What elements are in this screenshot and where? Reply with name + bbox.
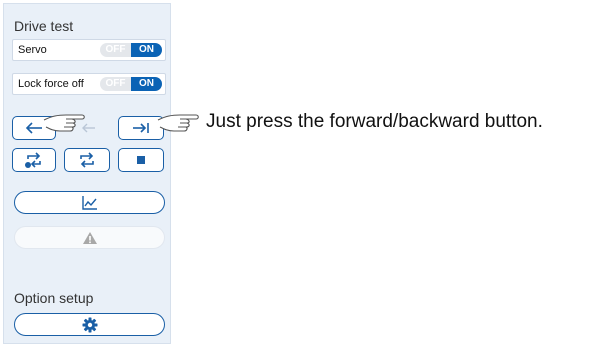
drive-test-panel: Drive test Servo OFF ON Lock force off O… [3,3,171,344]
repeat-once-button[interactable] [12,148,56,172]
repeat-once-icon [25,152,41,168]
lock-force-off-toggle-off: OFF [100,77,131,91]
repeat-icon [80,152,94,168]
arrow-left-icon [25,122,42,134]
repeat-button[interactable] [64,148,110,172]
option-setup-title: Option setup [14,290,94,306]
servo-toggle[interactable]: OFF ON [100,43,162,57]
option-setup-button[interactable] [14,313,165,336]
servo-row: Servo OFF ON [12,39,166,61]
chart-icon [81,195,97,210]
lock-force-off-toggle-on: ON [131,77,162,91]
stop-icon [137,156,145,164]
lock-force-off-label: Lock force off [18,78,84,90]
stop-button[interactable] [118,148,164,172]
servo-toggle-off: OFF [100,43,131,57]
servo-label: Servo [18,44,47,56]
servo-toggle-on: ON [131,43,162,57]
lock-force-off-toggle[interactable]: OFF ON [100,77,162,91]
pointing-hand-icon-forward [157,114,199,132]
alarm-button [14,226,165,249]
graph-button[interactable] [14,191,165,214]
lock-force-off-row: Lock force off OFF ON [12,73,166,95]
instruction-caption: Just press the forward/backward button. [206,111,543,132]
pointing-hand-icon [43,114,85,132]
arrow-right-bar-icon [133,123,149,133]
drive-test-title: Drive test [14,18,74,34]
gear-icon [82,317,97,332]
warning-icon [82,231,97,244]
